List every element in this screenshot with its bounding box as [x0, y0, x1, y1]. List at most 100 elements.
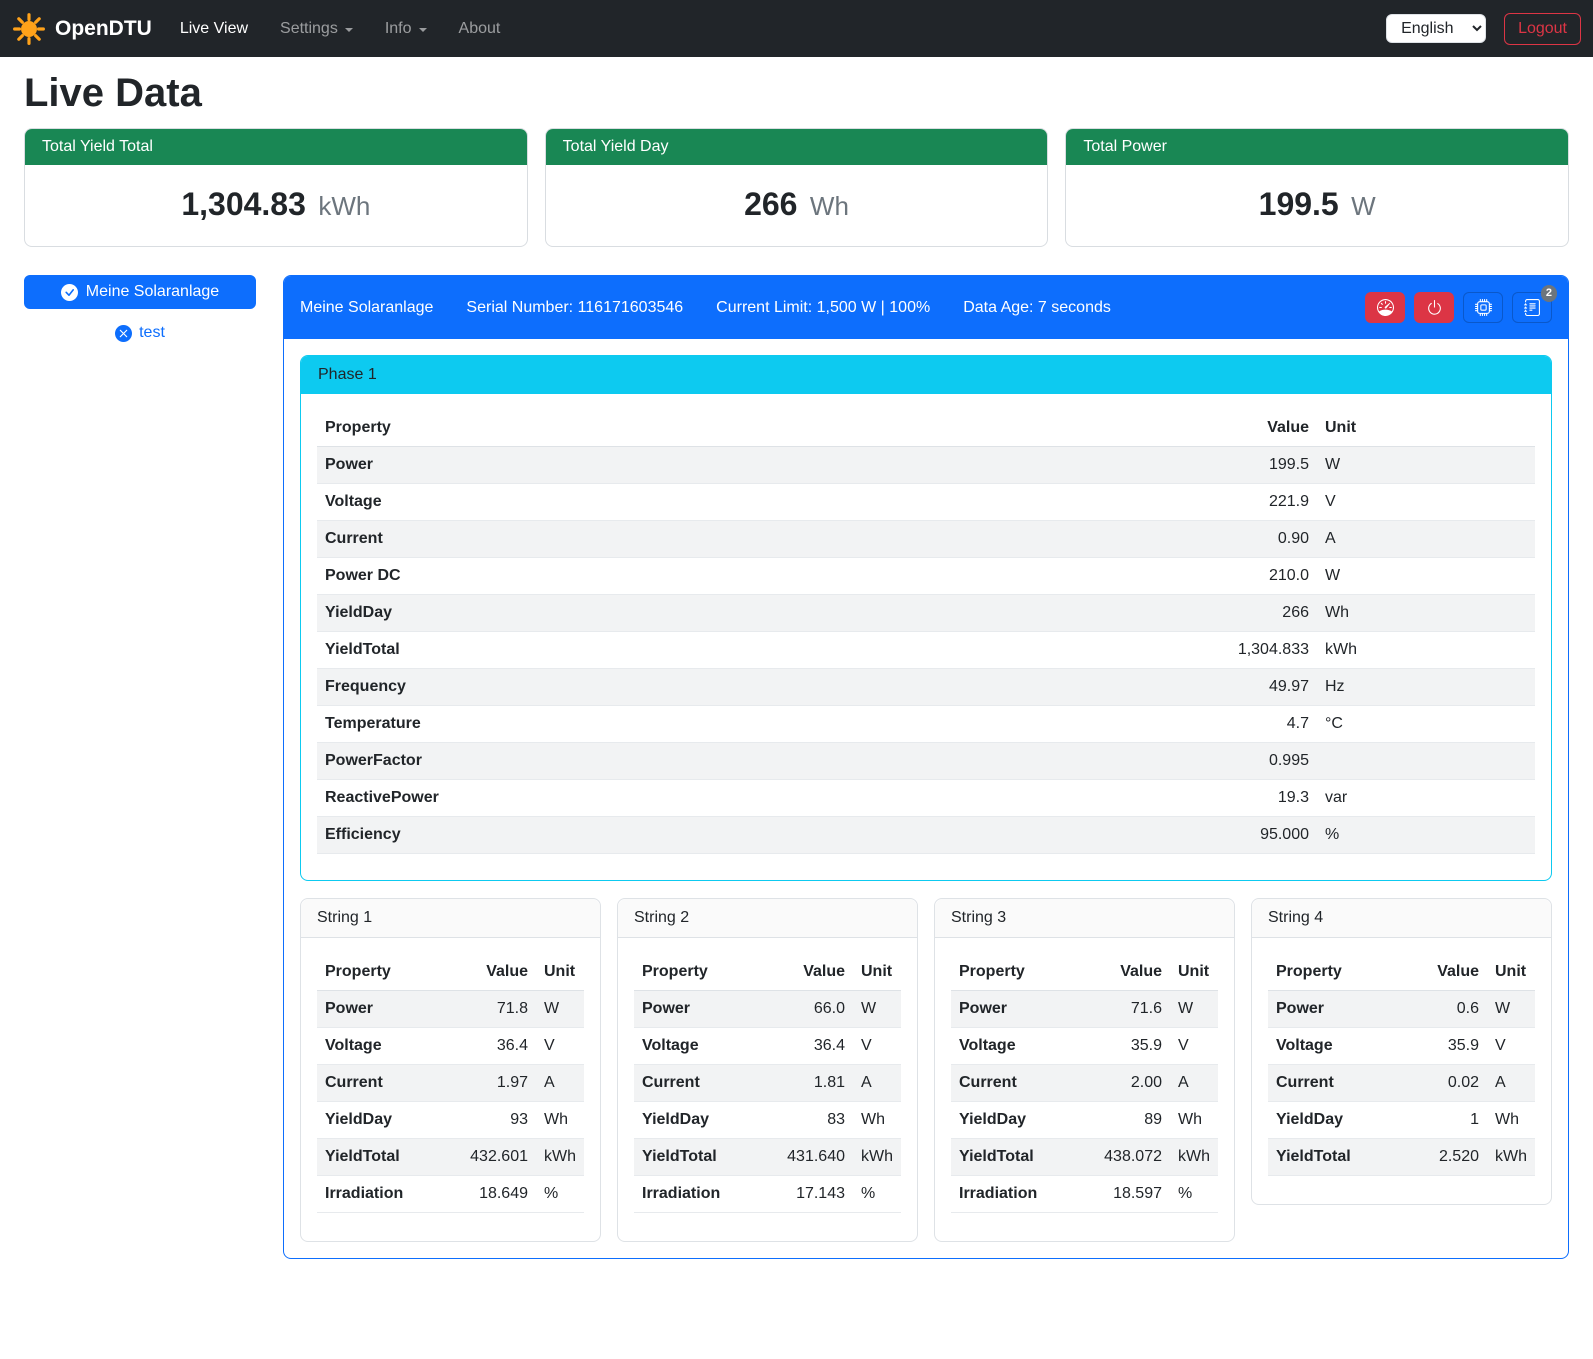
- table-row: Temperature 4.7 °C: [317, 706, 1535, 743]
- row-property: Efficiency: [317, 817, 1157, 854]
- table-header-row: Property Value Unit: [317, 954, 584, 991]
- row-property: YieldDay: [951, 1102, 1096, 1139]
- column-header-value: Value: [1415, 954, 1487, 991]
- column-header-property: Property: [1268, 954, 1415, 991]
- row-unit: A: [1317, 521, 1535, 558]
- test-inverter-item[interactable]: test: [24, 324, 256, 342]
- row-property: Power: [317, 991, 462, 1028]
- row-value: 93: [462, 1102, 536, 1139]
- string-card-4: String 4 Property Value Unit: [1251, 898, 1552, 1205]
- row-property: PowerFactor: [317, 743, 1157, 780]
- row-property: Power: [317, 447, 1157, 484]
- column-header-property: Property: [317, 410, 1157, 447]
- column-header-value: Value: [1157, 410, 1317, 447]
- string-table-rows: Power 0.6 W Voltage 35.9 V Current 0.02 …: [1268, 991, 1535, 1176]
- table-row: Power 71.6 W: [951, 991, 1218, 1028]
- table-row: Irradiation 17.143 %: [634, 1176, 901, 1213]
- brand[interactable]: OpenDTU: [12, 12, 152, 46]
- row-property: YieldTotal: [634, 1139, 779, 1176]
- device-info-button[interactable]: [1463, 292, 1503, 323]
- inverter-current-limit: Current Limit: 1,500 W | 100%: [716, 299, 930, 317]
- string-table-rows: Power 71.6 W Voltage 35.9 V Current 2.00…: [951, 991, 1218, 1213]
- strings-row: String 1 Property Value Unit: [300, 898, 1552, 1242]
- table-row: ReactivePower 19.3 var: [317, 780, 1535, 817]
- row-value: 438.072: [1096, 1139, 1170, 1176]
- power-button[interactable]: [1414, 292, 1454, 323]
- string-card-2: String 2 Property Value Unit: [617, 898, 918, 1242]
- nav-info[interactable]: Info: [369, 12, 443, 46]
- row-property: Voltage: [317, 484, 1157, 521]
- row-property: YieldDay: [1268, 1102, 1415, 1139]
- row-value: 19.3: [1157, 780, 1317, 817]
- inverter-serial: Serial Number: 116171603546: [466, 299, 683, 317]
- nav-settings[interactable]: Settings: [264, 12, 369, 46]
- string-table-rows: Power 71.8 W Voltage 36.4 V Current 1.97…: [317, 991, 584, 1213]
- power-icon: [1426, 299, 1443, 316]
- row-property: Irradiation: [634, 1176, 779, 1213]
- row-unit: kWh: [1170, 1139, 1218, 1176]
- test-inverter-label: test: [139, 324, 165, 342]
- column-header-property: Property: [317, 954, 462, 991]
- string-table: Property Value Unit Power 71.6 W Voltage…: [951, 954, 1218, 1213]
- logout-button[interactable]: Logout: [1504, 13, 1581, 45]
- summary-card-header: Total Yield Total: [25, 129, 527, 165]
- inverter-panel-header: Meine Solaranlage Serial Number: 1161716…: [284, 276, 1568, 339]
- row-value: 17.143: [779, 1176, 853, 1213]
- row-value: 71.6: [1096, 991, 1170, 1028]
- table-row: YieldTotal 1,304.833 kWh: [317, 632, 1535, 669]
- phase-table-rows: Power 199.5 W Voltage 221.9 V Current 0.…: [317, 447, 1535, 854]
- column-header-value: Value: [779, 954, 853, 991]
- table-row: Power 199.5 W: [317, 447, 1535, 484]
- inverter-select-button[interactable]: Meine Solaranlage: [24, 275, 256, 309]
- row-value: 0.90: [1157, 521, 1317, 558]
- page-title: Live Data: [24, 71, 1569, 116]
- row-value: 432.601: [462, 1139, 536, 1176]
- summary-card-total-yield-total: Total Yield Total 1,304.83 kWh: [24, 128, 528, 247]
- inverter-select-label: Meine Solaranlage: [86, 283, 219, 301]
- row-value: 0.02: [1415, 1065, 1487, 1102]
- table-row: Efficiency 95.000 %: [317, 817, 1535, 854]
- row-value: 71.8: [462, 991, 536, 1028]
- row-value: 49.97: [1157, 669, 1317, 706]
- table-row: Power 71.8 W: [317, 991, 584, 1028]
- row-value: 35.9: [1415, 1028, 1487, 1065]
- row-unit: V: [853, 1028, 901, 1065]
- row-unit: V: [1170, 1028, 1218, 1065]
- caret-down-icon: [345, 28, 353, 32]
- string-card-3: String 3 Property Value Unit: [934, 898, 1235, 1242]
- row-value: 210.0: [1157, 558, 1317, 595]
- row-unit: Hz: [1317, 669, 1535, 706]
- row-value: 1,304.833: [1157, 632, 1317, 669]
- inverter-name: Meine Solaranlage: [300, 299, 433, 317]
- summary-value: 266: [744, 186, 797, 222]
- table-row: PowerFactor 0.995: [317, 743, 1535, 780]
- table-row: YieldDay 266 Wh: [317, 595, 1535, 632]
- summary-card-header: Total Power: [1066, 129, 1568, 165]
- table-row: Current 1.97 A: [317, 1065, 584, 1102]
- nav-live-view[interactable]: Live View: [164, 12, 264, 46]
- nav-links: Live View Settings Info About: [164, 12, 517, 46]
- table-row: Voltage 221.9 V: [317, 484, 1535, 521]
- speedometer-icon: [1377, 299, 1394, 316]
- row-property: Voltage: [951, 1028, 1096, 1065]
- string-table-rows: Power 66.0 W Voltage 36.4 V Current 1.81…: [634, 991, 901, 1213]
- caret-down-icon: [419, 28, 427, 32]
- table-row: YieldTotal 431.640 kWh: [634, 1139, 901, 1176]
- row-unit: %: [536, 1176, 584, 1213]
- table-row: Current 0.90 A: [317, 521, 1535, 558]
- event-log-button[interactable]: 2: [1512, 292, 1552, 323]
- limit-settings-button[interactable]: [1365, 292, 1405, 323]
- table-row: YieldTotal 432.601 kWh: [317, 1139, 584, 1176]
- language-select[interactable]: English: [1386, 14, 1486, 43]
- row-value: 2.00: [1096, 1065, 1170, 1102]
- row-value: 1: [1415, 1102, 1487, 1139]
- row-unit: Wh: [1170, 1102, 1218, 1139]
- row-value: 66.0: [779, 991, 853, 1028]
- column-header-property: Property: [634, 954, 779, 991]
- row-property: YieldTotal: [1268, 1139, 1415, 1176]
- row-unit: Wh: [536, 1102, 584, 1139]
- row-property: YieldTotal: [317, 1139, 462, 1176]
- row-property: Temperature: [317, 706, 1157, 743]
- row-property: Irradiation: [317, 1176, 462, 1213]
- nav-about[interactable]: About: [443, 12, 517, 46]
